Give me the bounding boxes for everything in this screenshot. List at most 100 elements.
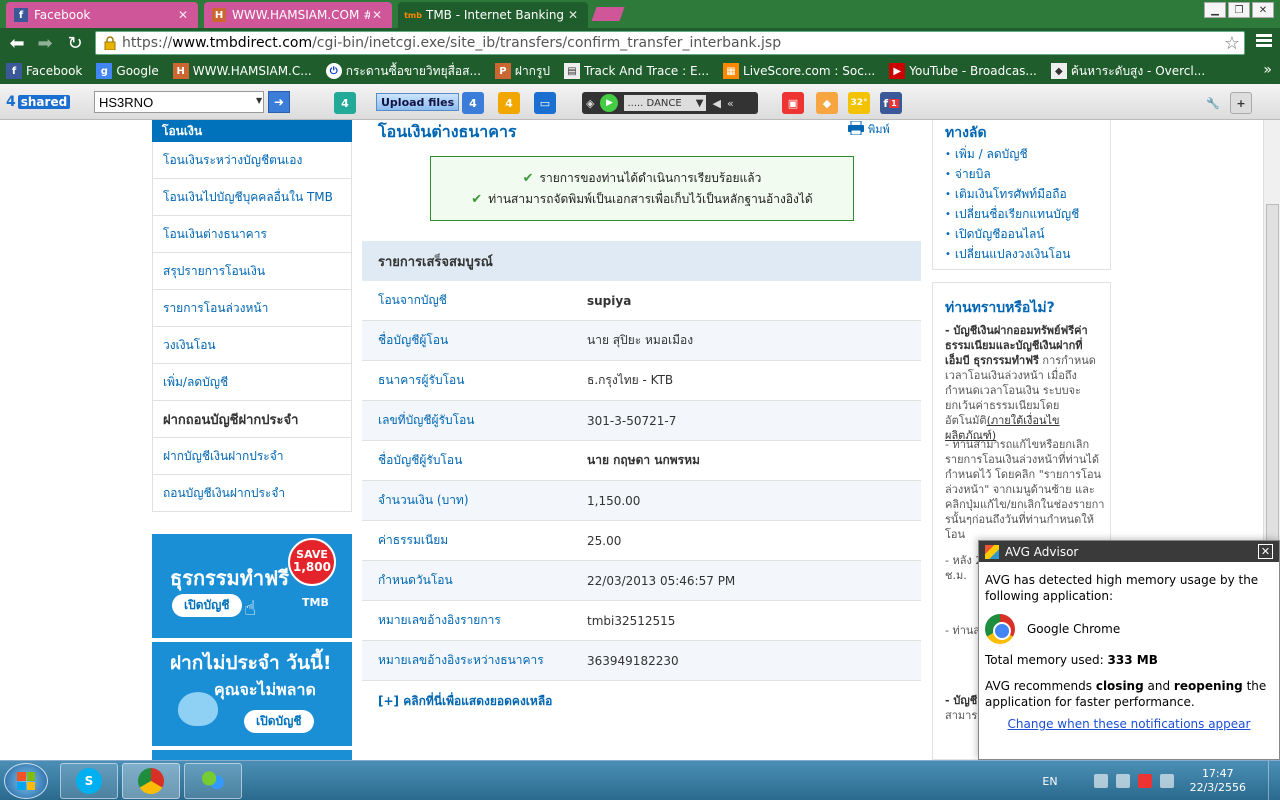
tab-tmb[interactable]: tmb TMB - Internet Banking ✕ xyxy=(398,2,588,28)
language-indicator[interactable]: EN xyxy=(1042,775,1057,788)
search-input[interactable] xyxy=(94,91,264,113)
avg-app-row: Google Chrome xyxy=(985,614,1273,644)
4shared-icon[interactable]: 4 xyxy=(334,92,356,114)
memory-value: 333 MB xyxy=(1107,653,1158,667)
chevron-down-icon[interactable]: ▼ xyxy=(256,96,262,105)
table-row: ชื่อบัญชีผู้โอน นาย สุปิยะ หมอเมือง xyxy=(362,321,921,361)
success-text: ท่านสามารถจัดพิมพ์เป็นเอกสารเพื่อเก็บไว้… xyxy=(488,191,813,206)
close-tab-icon[interactable]: ✕ xyxy=(370,8,384,22)
add-icon[interactable]: + xyxy=(1230,92,1252,114)
row-value: 1,150.00 xyxy=(587,493,641,508)
avg-notification-settings-link[interactable]: Change when these notifications appear xyxy=(985,716,1273,732)
volume-icon[interactable]: ◀ xyxy=(712,97,720,110)
bookmark-star-icon[interactable]: ☆ xyxy=(1224,33,1240,54)
save-badge: SAVE 1,800 xyxy=(288,538,336,586)
wrench-icon[interactable]: 🔧 xyxy=(1202,92,1224,114)
avg-message: AVG has detected high memory usage by th… xyxy=(985,573,1259,603)
windows-taskbar: S EN 17:47 22/3/2556 xyxy=(0,760,1280,800)
taskbar-messenger[interactable] xyxy=(184,763,242,799)
weather-temp: 32° xyxy=(850,98,868,108)
print-button[interactable]: พิมพ์ xyxy=(848,120,890,138)
avg-advisor-popup: AVG Advisor ✕ AVG has detected high memo… xyxy=(978,540,1280,760)
restore-button[interactable]: ❐ xyxy=(1228,2,1250,18)
bookmark-item[interactable]: g Google xyxy=(96,63,159,79)
bookmark-item[interactable]: H WWW.HAMSIAM.C... xyxy=(172,63,312,79)
clock[interactable]: 17:47 22/3/2556 xyxy=(1190,767,1246,795)
avg-tray-icon[interactable] xyxy=(1137,774,1152,788)
tv-icon[interactable]: ▭ xyxy=(534,92,556,114)
games-icon[interactable]: 4 xyxy=(498,92,520,114)
bookmark-item[interactable]: ⏻ กระดานซื้อขายวิทยุสื่อส... xyxy=(325,62,481,81)
bookmark-item[interactable]: P ฝากรูป xyxy=(494,62,551,81)
search-go-button[interactable]: ➜ xyxy=(268,91,290,113)
shortcut-manage-accounts[interactable]: เพิ่ม / ลดบัญชี xyxy=(945,144,1079,164)
promo-banner-free-transactions[interactable]: ธุรกรรมทำฟรี เปิดบัญชี TMB SAVE 1,800 ☝ xyxy=(152,534,352,638)
banner-subtitle: คุณจะไม่พลาด xyxy=(214,680,316,699)
shortcut-change-limit[interactable]: เปลี่ยนแปลงวงเงินโอน xyxy=(945,244,1079,264)
show-desktop-button[interactable] xyxy=(1268,761,1280,800)
tab-hamsiam[interactable]: H WWW.HAMSIAM.COM # ✕ xyxy=(204,2,392,28)
close-icon[interactable]: ✕ xyxy=(1258,544,1273,559)
bookmark-item[interactable]: ▶ YouTube - Broadcas... xyxy=(889,63,1037,79)
play-icon[interactable]: ▶ xyxy=(600,94,619,112)
promo-banner-savings[interactable]: ฝากไม่ประจำ วันนี้! คุณจะไม่พลาด เปิดบัญ… xyxy=(152,642,352,746)
taskbar-chrome[interactable] xyxy=(122,763,180,799)
radio-station-select[interactable]: ..... DANCE ▼ xyxy=(624,95,707,111)
nav-item-manage-accounts[interactable]: เพิ่ม/ลดบัญชี xyxy=(152,364,352,401)
open-account-button[interactable]: เปิดบัญชี xyxy=(172,594,242,617)
collapse-icon[interactable]: « xyxy=(727,97,734,110)
bookmark-item[interactable]: ▦ LiveScore.com : Soc... xyxy=(723,63,875,79)
tab-facebook[interactable]: f Facebook ✕ xyxy=(6,2,198,28)
nav-item-transfer-limit[interactable]: วงเงินโอน xyxy=(152,327,352,364)
nav-item-interbank-transfer[interactable]: โอนเงินต่างธนาคาร xyxy=(152,216,352,253)
tag-icon[interactable]: ◆ xyxy=(816,92,838,114)
nav-item-transfer-summary[interactable]: สรุปรายการโอนเงิน xyxy=(152,253,352,290)
address-bar[interactable]: https://www.tmbdirect.com/cgi-bin/inetcg… xyxy=(95,31,1245,55)
chrome-menu-icon[interactable] xyxy=(1256,34,1272,50)
shortcut-rename-account[interactable]: เปลี่ยนชื่อเรียกแทนบัญชี xyxy=(945,204,1079,224)
blog-icon[interactable]: 4 xyxy=(462,92,484,114)
shortcut-pay-bill[interactable]: จ่ายบิล xyxy=(945,164,1079,184)
signal-icon[interactable] xyxy=(1115,774,1130,788)
shortcuts-list: เพิ่ม / ลดบัญชี จ่ายบิล เติมเงินโทรศัพท์… xyxy=(945,144,1079,264)
network-warning-icon[interactable] xyxy=(1093,774,1108,788)
back-icon[interactable]: ⬅ xyxy=(6,32,28,54)
radio-icon[interactable]: ◈ xyxy=(586,97,594,110)
bookmark-item[interactable]: ▤ Track And Trace : E... xyxy=(564,63,709,79)
volume-icon[interactable] xyxy=(1159,774,1174,788)
shortcut-topup-mobile[interactable]: เติมเงินโทรศัพท์มือถือ xyxy=(945,184,1079,204)
weather-icon[interactable]: 32° xyxy=(848,92,870,114)
new-tab-button[interactable] xyxy=(591,7,625,21)
shortcut-open-account[interactable]: เปิดบัญชีออนไลน์ xyxy=(945,224,1079,244)
facebook-icon[interactable]: f1 xyxy=(880,92,902,114)
power-icon: ⏻ xyxy=(325,63,342,79)
close-window-button[interactable]: ✕ xyxy=(1252,2,1274,18)
bookmark-label: ฝากรูป xyxy=(514,63,551,78)
close-tab-icon[interactable]: ✕ xyxy=(176,8,190,22)
gift-icon[interactable]: ▣ xyxy=(782,92,804,114)
bookmark-label: YouTube - Broadcas... xyxy=(909,64,1037,78)
nav-item-tmb-transfer[interactable]: โอนเงินไปบัญชีบุคคลอื่นใน TMB xyxy=(152,179,352,216)
nav-item-scheduled-transfers[interactable]: รายการโอนล่วงหน้า xyxy=(152,290,352,327)
nav-item-fixed-deposit[interactable]: ฝากบัญชีเงินฝากประจำ xyxy=(152,438,352,475)
taskbar-skype[interactable]: S xyxy=(60,763,118,799)
forward-icon[interactable]: ➡ xyxy=(34,32,56,54)
print-label: พิมพ์ xyxy=(868,123,890,136)
start-button[interactable] xyxy=(4,763,48,799)
skype-icon: S xyxy=(76,768,102,794)
facebook-icon: f xyxy=(6,63,22,79)
minimize-button[interactable]: ▁ xyxy=(1204,2,1226,18)
close-tab-icon[interactable]: ✕ xyxy=(566,8,580,22)
show-balance-link[interactable]: [+] คลิกที่นี่เพื่อแสดงยอดคงเหลือ xyxy=(378,692,552,711)
open-account-button[interactable]: เปิดบัญชี xyxy=(244,710,314,733)
checkmark-icon: ✔ xyxy=(471,191,483,207)
upload-files-button[interactable]: Upload files xyxy=(376,93,460,111)
4shared-logo[interactable]: 4 shared xyxy=(6,94,71,110)
bookmark-item[interactable]: f Facebook xyxy=(6,63,82,79)
reload-icon[interactable]: ↻ xyxy=(64,32,86,54)
nav-item-own-transfer[interactable]: โอนเงินระหว่างบัญชีตนเอง xyxy=(152,142,352,179)
nav-item-fixed-withdraw[interactable]: ถอนบัญชีเงินฝากประจำ xyxy=(152,475,352,512)
more-bookmarks-icon[interactable]: » xyxy=(1263,62,1272,78)
bookmark-item[interactable]: ◆ ค้นหาระดับสูง - Overcl... xyxy=(1050,62,1205,81)
radio-player: ◈ ▶ ..... DANCE ▼ ◀ « xyxy=(582,92,758,114)
